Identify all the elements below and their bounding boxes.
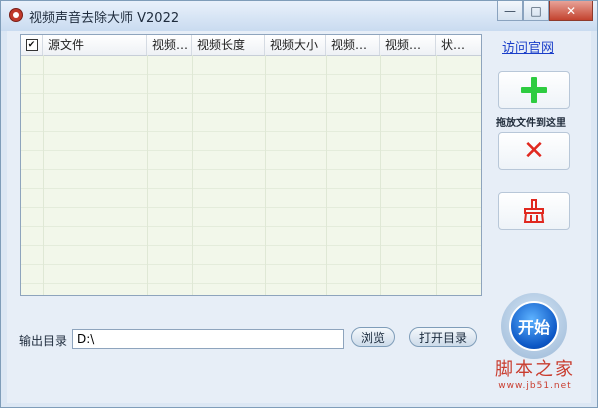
watermark-text: 脚本之家 <box>495 359 575 380</box>
minimize-button[interactable]: — <box>497 1 523 21</box>
grid-column-line <box>147 55 148 295</box>
grid-column-line <box>192 55 193 295</box>
close-button[interactable]: ✕ <box>549 1 593 21</box>
grid-row-line <box>21 93 481 94</box>
col-video-info-1[interactable]: 视频… <box>326 35 380 55</box>
visit-website-link[interactable]: 访问官网 <box>502 37 554 56</box>
add-file-button[interactable] <box>498 71 570 109</box>
delete-file-button[interactable]: ✕ <box>498 132 570 170</box>
watermark: 脚本之家 www.jb51.net <box>485 355 585 391</box>
grid-row-line <box>21 112 481 113</box>
client-area: ✔ 源文件 视频… 视频长度 视频大小 视频… 视频… 状… 访问官网 拖放文件… <box>7 31 591 403</box>
checkbox-check-icon: ✔ <box>25 39 38 51</box>
grid-row-line <box>21 283 481 284</box>
col-video-length[interactable]: 视频长度 <box>192 35 265 55</box>
file-list-header: ✔ 源文件 视频… 视频长度 视频大小 视频… 视频… 状… <box>21 35 481 56</box>
grid-row-line <box>21 188 481 189</box>
file-list[interactable]: ✔ 源文件 视频… 视频长度 视频大小 视频… 视频… 状… <box>20 34 482 296</box>
grid-row-line <box>21 245 481 246</box>
grid-row-line <box>21 74 481 75</box>
file-list-body[interactable] <box>21 55 481 295</box>
grid-column-line <box>43 55 44 295</box>
drop-hint: 拖放文件到这里 <box>496 118 566 129</box>
output-dir-label: 输出目录 <box>19 334 68 348</box>
grid-row-line <box>21 150 481 151</box>
red-x-icon: ✕ <box>523 136 545 166</box>
maximize-button[interactable]: □ <box>523 1 549 21</box>
browse-button[interactable]: 浏览 <box>351 327 395 347</box>
grid-column-line <box>326 55 327 295</box>
grid-column-line <box>436 55 437 295</box>
grid-row-line <box>21 226 481 227</box>
app-logo-icon <box>9 8 23 22</box>
col-status[interactable]: 状… <box>436 35 481 55</box>
col-video-format[interactable]: 视频… <box>147 35 192 55</box>
grid-row-line <box>21 207 481 208</box>
app-window: 视频声音去除大师 V2022 — □ ✕ ✔ 源文件 视频… 视频长度 视频大小… <box>0 0 598 408</box>
window-controls: — □ ✕ <box>497 1 593 23</box>
clear-list-button[interactable] <box>498 192 570 230</box>
grid-column-line <box>265 55 266 295</box>
select-all-checkbox[interactable]: ✔ <box>21 35 43 55</box>
start-button[interactable]: 开始 <box>509 301 559 351</box>
output-dir-input[interactable] <box>72 329 344 349</box>
watermark-url: www.jb51.net <box>498 381 572 391</box>
grid-row-line <box>21 169 481 170</box>
grid-row-line <box>21 264 481 265</box>
col-source-file[interactable]: 源文件 <box>43 35 147 55</box>
open-dir-button[interactable]: 打开目录 <box>409 327 477 347</box>
col-video-info-2[interactable]: 视频… <box>380 35 436 55</box>
grid-column-line <box>380 55 381 295</box>
title-bar[interactable]: 视频声音去除大师 V2022 — □ ✕ <box>1 1 597 31</box>
grid-row-line <box>21 131 481 132</box>
window-title: 视频声音去除大师 V2022 <box>29 11 180 26</box>
col-video-size[interactable]: 视频大小 <box>265 35 326 55</box>
broom-icon <box>523 199 545 223</box>
plus-icon <box>521 77 547 103</box>
